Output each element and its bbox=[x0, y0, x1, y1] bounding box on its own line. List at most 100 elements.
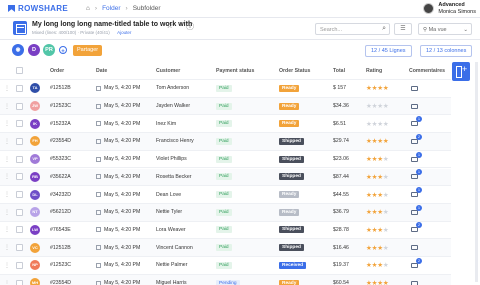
row-checkbox[interactable] bbox=[16, 173, 23, 181]
customer-cell[interactable]: Inez Kim bbox=[156, 115, 176, 132]
comments-cell[interactable]: 2 bbox=[411, 222, 422, 239]
customer-cell[interactable]: Rosetta Becker bbox=[156, 169, 191, 186]
date-cell[interactable]: May 5, 4:20 PM bbox=[96, 257, 140, 274]
order-status-cell[interactable]: Ready bbox=[279, 275, 300, 285]
drag-handle-icon[interactable]: ⋮ bbox=[4, 257, 10, 274]
order-cell[interactable]: #12523C bbox=[50, 98, 71, 115]
order-cell[interactable]: #12523C bbox=[50, 257, 71, 274]
drag-handle-icon[interactable]: ⋮ bbox=[4, 186, 10, 203]
rating-stars[interactable]: ★★★★ bbox=[366, 186, 389, 203]
order-cell[interactable]: #76543E bbox=[50, 222, 71, 239]
comments-cell[interactable]: 1 bbox=[411, 186, 422, 203]
table-row[interactable]: ⋮ NP #12523C May 5, 4:20 PM Nettie Palmer Pai… bbox=[0, 257, 451, 275]
customer-cell[interactable]: Miguel Harris bbox=[156, 275, 187, 285]
order-status-cell[interactable]: Ready bbox=[279, 98, 300, 115]
table-row[interactable]: ⋮ VP #55323C May 5, 4:20 PM Violet Phillips P… bbox=[0, 151, 451, 169]
comments-cell[interactable]: 1 bbox=[411, 151, 422, 168]
rating-stars[interactable]: ★★★★ bbox=[366, 151, 389, 168]
columns-count-button[interactable]: 12 / 13 colonnes bbox=[420, 45, 473, 57]
date-cell[interactable]: May 5, 4:20 PM bbox=[96, 133, 140, 150]
table-row[interactable]: ⋮ VC #12512B May 5, 4:20 PM Vincent Cannon Pa… bbox=[0, 239, 451, 257]
row-checkbox[interactable] bbox=[16, 208, 23, 216]
date-cell[interactable]: May 5, 4:20 PM bbox=[96, 151, 140, 168]
drag-handle-icon[interactable]: ⋮ bbox=[4, 169, 10, 186]
row-checkbox[interactable] bbox=[16, 102, 23, 110]
table-row[interactable]: ⋮ JW #12523C May 5, 4:20 PM Jayden Walker Pai… bbox=[0, 97, 451, 116]
drag-handle-icon[interactable]: ⋮ bbox=[4, 80, 10, 97]
drag-handle-icon[interactable]: ⋮ bbox=[4, 222, 10, 239]
filter-button[interactable]: ☰ bbox=[394, 23, 412, 35]
total-cell[interactable]: $ 157 bbox=[333, 80, 346, 97]
order-status-cell[interactable]: Ready bbox=[279, 204, 300, 221]
comments-cell[interactable]: 1 bbox=[411, 169, 422, 186]
home-icon[interactable]: ⌂ bbox=[86, 5, 90, 12]
row-checkbox[interactable] bbox=[16, 191, 23, 199]
customer-cell[interactable]: Nettie Palmer bbox=[156, 257, 187, 274]
row-checkbox[interactable] bbox=[16, 155, 23, 163]
order-cell[interactable]: #12512B bbox=[50, 80, 71, 97]
view-selector[interactable]: ⚲ Ma vue ⌄ bbox=[418, 23, 472, 35]
drag-handle-icon[interactable]: ⋮ bbox=[4, 151, 10, 168]
column-header-order[interactable]: Order bbox=[50, 62, 64, 79]
customer-cell[interactable]: Francisco Henry bbox=[156, 133, 194, 150]
customer-cell[interactable]: Lora Weaver bbox=[156, 222, 186, 239]
column-header-comments[interactable]: Commentaires bbox=[409, 62, 445, 79]
row-checkbox[interactable] bbox=[16, 261, 23, 269]
app-logo[interactable]: ROWSHARE bbox=[8, 4, 68, 13]
drag-handle-icon[interactable]: ⋮ bbox=[4, 133, 10, 150]
date-cell[interactable]: May 5, 4:20 PM bbox=[96, 80, 140, 97]
payment-status-cell[interactable]: Paid bbox=[216, 186, 232, 203]
date-cell[interactable]: May 5, 4:20 PM bbox=[96, 239, 140, 256]
rating-stars[interactable]: ★★★★ bbox=[366, 98, 389, 115]
breadcrumb-folder[interactable]: Folder bbox=[102, 5, 120, 12]
total-cell[interactable]: $16.46 bbox=[333, 239, 349, 256]
customer-cell[interactable]: Nettie Tyler bbox=[156, 204, 182, 221]
payment-status-cell[interactable]: Paid bbox=[216, 169, 232, 186]
order-status-cell[interactable]: Shipped bbox=[279, 239, 304, 256]
table-row[interactable]: ⋮ TA #12512B May 5, 4:20 PM Tom Anderson Paid… bbox=[0, 80, 451, 98]
order-status-cell[interactable]: Received bbox=[279, 257, 307, 274]
rating-stars[interactable]: ★★★★ bbox=[366, 257, 389, 274]
payment-status-cell[interactable]: Paid bbox=[216, 257, 232, 274]
date-cell[interactable]: May 5, 4:20 PM bbox=[96, 169, 140, 186]
breadcrumb-subfolder[interactable]: Subfolder bbox=[133, 5, 161, 12]
payment-status-cell[interactable]: Pending bbox=[216, 275, 240, 285]
order-cell[interactable]: #23554D bbox=[50, 133, 71, 150]
total-cell[interactable]: $44.55 bbox=[333, 186, 349, 203]
order-status-cell[interactable]: Shipped bbox=[279, 151, 304, 168]
payment-status-cell[interactable]: Paid bbox=[216, 204, 232, 221]
total-cell[interactable]: $28.78 bbox=[333, 222, 349, 239]
order-cell[interactable]: #35622A bbox=[50, 169, 71, 186]
table-row[interactable]: ⋮ RB #35622A May 5, 4:20 PM Rosetta Becker Pa… bbox=[0, 168, 451, 187]
camera-icon[interactable]: ◉ bbox=[12, 44, 24, 56]
rating-stars[interactable]: ★★★★ bbox=[366, 204, 389, 221]
order-cell[interactable]: #56212D bbox=[50, 204, 71, 221]
row-checkbox[interactable] bbox=[16, 120, 23, 128]
date-cell[interactable]: May 5, 4:20 PM bbox=[96, 115, 140, 132]
select-all-checkbox[interactable] bbox=[16, 67, 23, 74]
row-checkbox[interactable] bbox=[16, 137, 23, 145]
comments-cell[interactable] bbox=[411, 275, 418, 285]
order-status-cell[interactable]: Shipped bbox=[279, 222, 304, 239]
comments-cell[interactable]: 1 bbox=[411, 115, 422, 132]
drag-handle-icon[interactable]: ⋮ bbox=[4, 204, 10, 221]
order-cell[interactable]: #15232A bbox=[50, 115, 71, 132]
order-status-cell[interactable]: Ready bbox=[279, 80, 300, 97]
star-icon[interactable]: ☆ bbox=[166, 21, 173, 32]
comments-cell[interactable]: 2 bbox=[411, 133, 422, 150]
payment-status-cell[interactable]: Paid bbox=[216, 133, 232, 150]
payment-status-cell[interactable]: Paid bbox=[216, 239, 232, 256]
customer-cell[interactable]: Violet Phillips bbox=[156, 151, 187, 168]
row-checkbox[interactable] bbox=[16, 84, 23, 92]
history-icon[interactable]: ◔ bbox=[177, 21, 182, 32]
info-icon[interactable]: ⓘ bbox=[186, 21, 194, 32]
order-cell[interactable]: #55323C bbox=[50, 151, 71, 168]
partager-button[interactable]: Partager bbox=[73, 45, 103, 56]
customer-cell[interactable]: Dean Love bbox=[156, 186, 181, 203]
date-cell[interactable]: May 5, 4:20 PM bbox=[96, 222, 140, 239]
comments-cell[interactable] bbox=[411, 239, 418, 256]
rating-stars[interactable]: ★★★★ bbox=[366, 115, 389, 132]
column-header-customer[interactable]: Customer bbox=[156, 62, 180, 79]
rating-stars[interactable]: ★★★★ bbox=[366, 133, 389, 150]
payment-status-cell[interactable]: Paid bbox=[216, 115, 232, 132]
